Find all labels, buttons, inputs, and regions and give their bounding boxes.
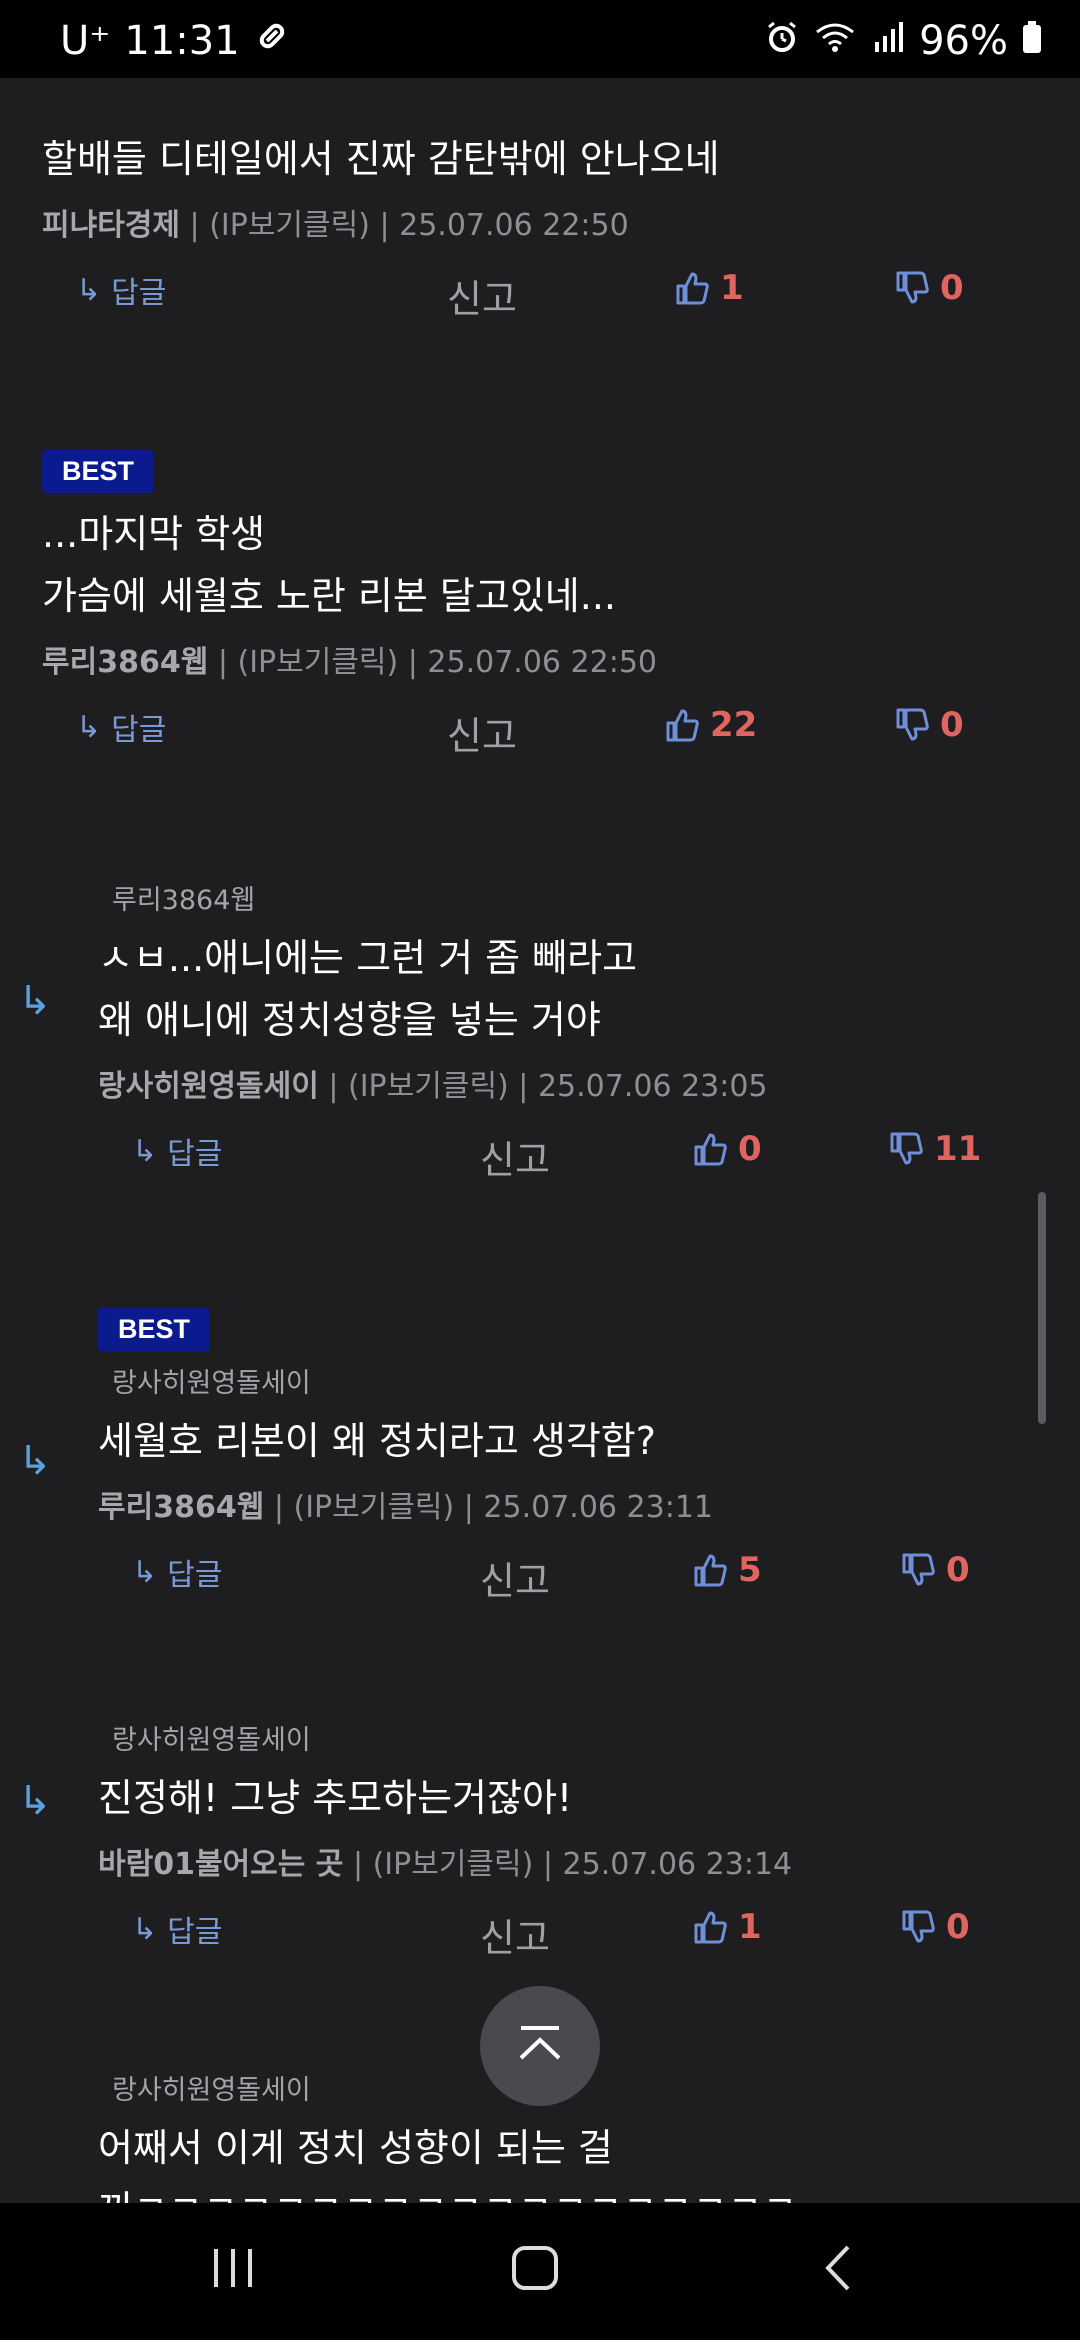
comment-datetime: 25.07.06 23:14 bbox=[562, 1847, 793, 1882]
comment-text: 세월호 리본이 왜 정치라고 생각함? bbox=[98, 1419, 656, 1463]
comment-meta: 루리3864웹 | (IP보기클릭) | 25.07.06 23:11 bbox=[98, 1490, 714, 1525]
ip-link[interactable]: (IP보기클릭) bbox=[293, 1490, 454, 1525]
reply-button[interactable]: ↳ 답글 bbox=[132, 1550, 222, 1594]
reply-indicator-icon: ↳ bbox=[18, 978, 52, 1024]
comment-text: 어째서 이게 정치 성향이 되는 걸끼ㅋㅋㅋㅋㅋㅋㅋㅋㅋㅋㅋㅋㅋㅋㅋㅋㅋㅋㅋ bbox=[98, 2126, 797, 2203]
thumbs-down-icon bbox=[888, 1131, 924, 1167]
home-button[interactable] bbox=[510, 2243, 560, 2297]
carrier-label: U⁺ bbox=[60, 18, 111, 64]
dislike-count: 0 bbox=[946, 1907, 970, 1947]
dislike-count: 0 bbox=[940, 705, 964, 745]
comment-datetime: 25.07.06 23:11 bbox=[483, 1490, 714, 1525]
ip-link[interactable]: (IP보기클릭) bbox=[209, 208, 370, 243]
like-button[interactable]: 1 bbox=[674, 268, 744, 308]
chevron-up-icon bbox=[515, 2024, 565, 2068]
thumbs-up-icon bbox=[674, 270, 710, 306]
alarm-icon bbox=[765, 18, 799, 64]
thumbs-down-icon bbox=[894, 707, 930, 743]
recent-apps-icon bbox=[214, 2249, 252, 2287]
dislike-count: 0 bbox=[946, 1550, 970, 1590]
comment-datetime: 25.07.06 23:05 bbox=[537, 1069, 768, 1104]
like-count: 22 bbox=[710, 705, 758, 745]
reply-button[interactable]: ↳ 답글 bbox=[132, 1907, 222, 1951]
wifi-icon bbox=[813, 18, 857, 64]
dislike-button[interactable]: 0 bbox=[894, 268, 964, 308]
dislike-button[interactable]: 0 bbox=[900, 1550, 970, 1590]
navigation-bar bbox=[0, 2203, 1080, 2340]
dislike-button[interactable]: 0 bbox=[900, 1907, 970, 1947]
comment-text: ...마지막 학생 가슴에 세월호 노란 리본 달고있네... bbox=[42, 512, 616, 618]
report-button[interactable]: 신고 bbox=[480, 1550, 550, 1605]
reply-arrow-icon: ↳ bbox=[132, 1911, 158, 1947]
back-button[interactable] bbox=[818, 2243, 858, 2297]
thumbs-down-icon bbox=[894, 270, 930, 306]
comment-author[interactable]: 피냐타경제 bbox=[42, 208, 180, 243]
reply-arrow-icon: ↳ bbox=[76, 709, 102, 745]
parent-author: 루리3864웹 bbox=[112, 885, 256, 916]
recent-apps-button[interactable] bbox=[208, 2243, 258, 2297]
report-button[interactable]: 신고 bbox=[480, 1907, 550, 1962]
thumbs-up-icon bbox=[692, 1552, 728, 1588]
reply-indicator-icon: ↳ bbox=[18, 1778, 52, 1824]
status-bar: U⁺ 11:31 96% bbox=[0, 0, 1080, 78]
like-count: 5 bbox=[738, 1550, 762, 1590]
reply-arrow-icon: ↳ bbox=[132, 1554, 158, 1590]
reply-button[interactable]: ↳ 답글 bbox=[76, 268, 166, 312]
comment-text: 진정해! 그냥 추모하는거잖아! bbox=[98, 1776, 573, 1820]
like-button[interactable]: 0 bbox=[692, 1129, 762, 1169]
like-count: 1 bbox=[738, 1907, 762, 1947]
scroll-to-top-button[interactable] bbox=[480, 1986, 600, 2106]
report-button[interactable]: 신고 bbox=[447, 268, 517, 323]
ip-link[interactable]: (IP보기클릭) bbox=[373, 1847, 534, 1882]
comment-author[interactable]: 랑사히원영돌세이 bbox=[98, 1069, 319, 1104]
dislike-count: 0 bbox=[940, 268, 964, 308]
parent-author: 랑사히원영돌세이 bbox=[112, 1368, 311, 1399]
thumbs-up-icon bbox=[664, 707, 700, 743]
battery-percent: 96% bbox=[919, 18, 1008, 64]
best-badge: BEST bbox=[98, 1308, 211, 1351]
comment-datetime: 25.07.06 22:50 bbox=[399, 208, 629, 243]
reply-button[interactable]: ↳ 답글 bbox=[132, 1129, 222, 1173]
report-button[interactable]: 신고 bbox=[480, 1129, 550, 1184]
home-icon bbox=[512, 2246, 558, 2290]
thumbs-up-icon bbox=[692, 1131, 728, 1167]
clock: 11:31 bbox=[124, 18, 240, 64]
signal-icon bbox=[871, 18, 905, 64]
comment-meta: 루리3864웹 | (IP보기클릭) | 25.07.06 22:50 bbox=[42, 645, 658, 680]
link-icon bbox=[254, 18, 290, 64]
battery-icon bbox=[1022, 18, 1042, 64]
comment-datetime: 25.07.06 22:50 bbox=[427, 645, 658, 680]
best-badge: BEST bbox=[42, 450, 155, 493]
comment-meta: 바람01불어오는 곳 | (IP보기클릭) | 25.07.06 23:14 bbox=[98, 1847, 793, 1882]
like-button[interactable]: 1 bbox=[692, 1907, 762, 1947]
like-count: 1 bbox=[720, 268, 744, 308]
thumbs-up-icon bbox=[692, 1909, 728, 1945]
comment-author[interactable]: 루리3864웹 bbox=[42, 645, 208, 680]
comment-meta: 피냐타경제 | (IP보기클릭) | 25.07.06 22:50 bbox=[42, 208, 629, 243]
report-button[interactable]: 신고 bbox=[447, 705, 517, 760]
comment-text: ㅅㅂ...애니에는 그런 거 좀 빼라고 왜 애니에 정치성향을 넣는 거야 bbox=[98, 936, 638, 1042]
thumbs-down-icon bbox=[900, 1552, 936, 1588]
reply-button[interactable]: ↳ 답글 bbox=[76, 705, 166, 749]
like-button[interactable]: 22 bbox=[664, 705, 757, 745]
scrollbar-thumb[interactable] bbox=[1038, 1192, 1046, 1424]
comment-list: 할배들 디테일에서 진짜 감탄밖에 안나오네 피냐타경제 | (IP보기클릭) … bbox=[0, 78, 1080, 2203]
like-button[interactable]: 5 bbox=[692, 1550, 762, 1590]
reply-arrow-icon: ↳ bbox=[76, 272, 102, 308]
comment-author[interactable]: 루리3864웹 bbox=[98, 1490, 264, 1525]
thumbs-down-icon bbox=[900, 1909, 936, 1945]
reply-arrow-icon: ↳ bbox=[132, 1133, 158, 1169]
comment-meta: 랑사히원영돌세이 | (IP보기클릭) | 25.07.06 23:05 bbox=[98, 1069, 768, 1104]
reply-indicator-icon: ↳ bbox=[18, 1438, 52, 1484]
back-icon bbox=[825, 2245, 850, 2291]
dislike-button[interactable]: 11 bbox=[888, 1129, 981, 1169]
comment-author[interactable]: 바람01불어오는 곳 bbox=[98, 1847, 343, 1882]
like-count: 0 bbox=[738, 1129, 762, 1169]
dislike-count: 11 bbox=[934, 1129, 982, 1169]
parent-author: 랑사히원영돌세이 bbox=[112, 1725, 311, 1756]
dislike-button[interactable]: 0 bbox=[894, 705, 964, 745]
comment-text: 할배들 디테일에서 진짜 감탄밖에 안나오네 bbox=[42, 137, 720, 181]
ip-link[interactable]: (IP보기클릭) bbox=[348, 1069, 509, 1104]
ip-link[interactable]: (IP보기클릭) bbox=[237, 645, 398, 680]
